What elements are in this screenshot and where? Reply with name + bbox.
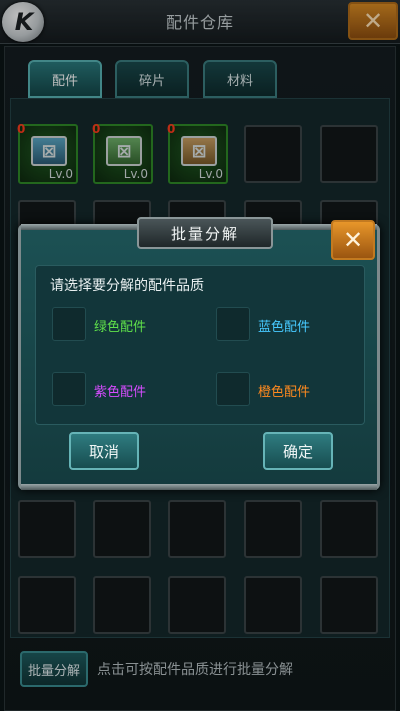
purple-quality-checkbox[interactable]: [52, 372, 86, 406]
quality-selection-area: 请选择要分解的配件品质 绿色配件 蓝色配件 紫色配件 橙色配件: [35, 265, 365, 425]
button-label: 取消: [88, 442, 119, 461]
green-quality-checkbox[interactable]: [52, 307, 86, 341]
dialog-title: 批量分解: [137, 217, 273, 249]
button-label: 确定: [282, 442, 313, 461]
blue-quality-checkbox[interactable]: [216, 307, 250, 341]
cancel-button[interactable]: 取消: [69, 432, 139, 470]
orange-quality-checkbox[interactable]: [216, 372, 250, 406]
dialog-close-button[interactable]: ✕: [331, 220, 375, 260]
dialog-prompt: 请选择要分解的配件品质: [50, 278, 204, 294]
batch-decompose-dialog: 批量分解 ✕ 请选择要分解的配件品质 绿色配件 蓝色配件 紫色配件 橙色配件 取…: [18, 217, 380, 490]
dialog-frame-bottom: [21, 484, 377, 490]
green-quality-label: 绿色配件: [94, 320, 147, 335]
orange-quality-label: 橙色配件: [258, 385, 311, 400]
confirm-button[interactable]: 确定: [263, 432, 333, 470]
blue-quality-label: 蓝色配件: [258, 320, 311, 335]
purple-quality-label: 紫色配件: [94, 385, 147, 400]
close-icon: ✕: [342, 226, 364, 254]
